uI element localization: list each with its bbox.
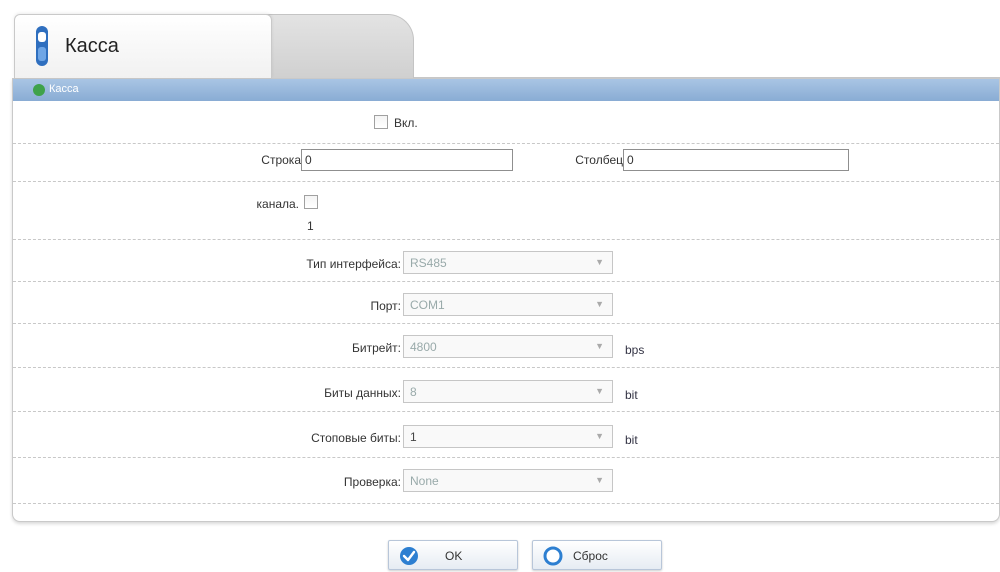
baud-rate-unit: bps bbox=[625, 343, 645, 357]
ok-button[interactable]: OK bbox=[388, 540, 518, 570]
column-label: Столбец bbox=[575, 153, 623, 167]
reset-button-label: Сброс bbox=[573, 549, 608, 563]
data-bits-select[interactable]: 8 ▼ bbox=[403, 380, 613, 403]
row-divider bbox=[13, 457, 999, 458]
tab-strip: Касса bbox=[14, 14, 1000, 78]
section-header: Касса bbox=[13, 79, 999, 101]
chevron-down-icon: ▼ bbox=[595, 386, 604, 396]
data-bits-value: 8 bbox=[410, 385, 417, 399]
parity-label: Проверка: bbox=[343, 475, 401, 489]
row-divider bbox=[13, 181, 999, 182]
enable-checkbox[interactable] bbox=[374, 115, 388, 129]
stop-bits-value: 1 bbox=[410, 430, 417, 444]
row-divider bbox=[13, 281, 999, 282]
row-divider bbox=[13, 323, 999, 324]
reset-circle-icon bbox=[543, 546, 563, 566]
tab-inactive[interactable] bbox=[254, 14, 414, 78]
chevron-down-icon: ▼ bbox=[595, 299, 604, 309]
row-divider bbox=[13, 143, 999, 144]
channel-checkbox[interactable] bbox=[304, 195, 318, 209]
port-label: Порт: bbox=[370, 299, 401, 313]
interface-type-label: Тип интерфейса: bbox=[306, 257, 401, 271]
row-divider bbox=[13, 367, 999, 368]
data-bits-unit: bit bbox=[625, 388, 638, 402]
section-title: Касса bbox=[49, 83, 79, 95]
cash-register-icon bbox=[36, 26, 48, 66]
row-divider bbox=[13, 411, 999, 412]
data-bits-label: Биты данных: bbox=[324, 386, 401, 400]
channel-number: 1 bbox=[307, 219, 314, 233]
channel-label: канала. bbox=[256, 197, 300, 211]
port-select[interactable]: COM1 ▼ bbox=[403, 293, 613, 316]
chevron-down-icon: ▼ bbox=[595, 475, 604, 485]
enable-label: Вкл. bbox=[394, 116, 418, 130]
column-input[interactable] bbox=[623, 149, 849, 171]
stop-bits-select[interactable]: 1 ▼ bbox=[403, 425, 613, 448]
reset-button[interactable]: Сброс bbox=[532, 540, 662, 570]
parity-value: None bbox=[410, 474, 439, 488]
baud-rate-select[interactable]: 4800 ▼ bbox=[403, 335, 613, 358]
baud-rate-value: 4800 bbox=[410, 340, 437, 354]
chevron-down-icon: ▼ bbox=[595, 431, 604, 441]
baud-rate-label: Битрейт: bbox=[352, 341, 401, 355]
green-dot-icon bbox=[33, 84, 45, 96]
row-label: Строка bbox=[261, 153, 301, 167]
row-divider bbox=[13, 239, 999, 240]
chevron-down-icon: ▼ bbox=[595, 341, 604, 351]
interface-type-value: RS485 bbox=[410, 256, 447, 270]
row-divider bbox=[13, 503, 999, 504]
chevron-down-icon: ▼ bbox=[595, 257, 604, 267]
row-input[interactable] bbox=[301, 149, 513, 171]
stop-bits-label: Стоповые биты: bbox=[311, 431, 401, 445]
port-value: COM1 bbox=[410, 298, 445, 312]
settings-panel: Касса Вкл. Строка Столбец канала. 1 Тип … bbox=[12, 78, 1000, 522]
parity-select[interactable]: None ▼ bbox=[403, 469, 613, 492]
tab-label: Касса bbox=[65, 35, 119, 57]
tab-cash[interactable]: Касса bbox=[14, 14, 272, 78]
stop-bits-unit: bit bbox=[625, 433, 638, 447]
ok-button-label: OK bbox=[445, 549, 463, 563]
checkmark-icon bbox=[400, 547, 418, 565]
interface-type-select[interactable]: RS485 ▼ bbox=[403, 251, 613, 274]
